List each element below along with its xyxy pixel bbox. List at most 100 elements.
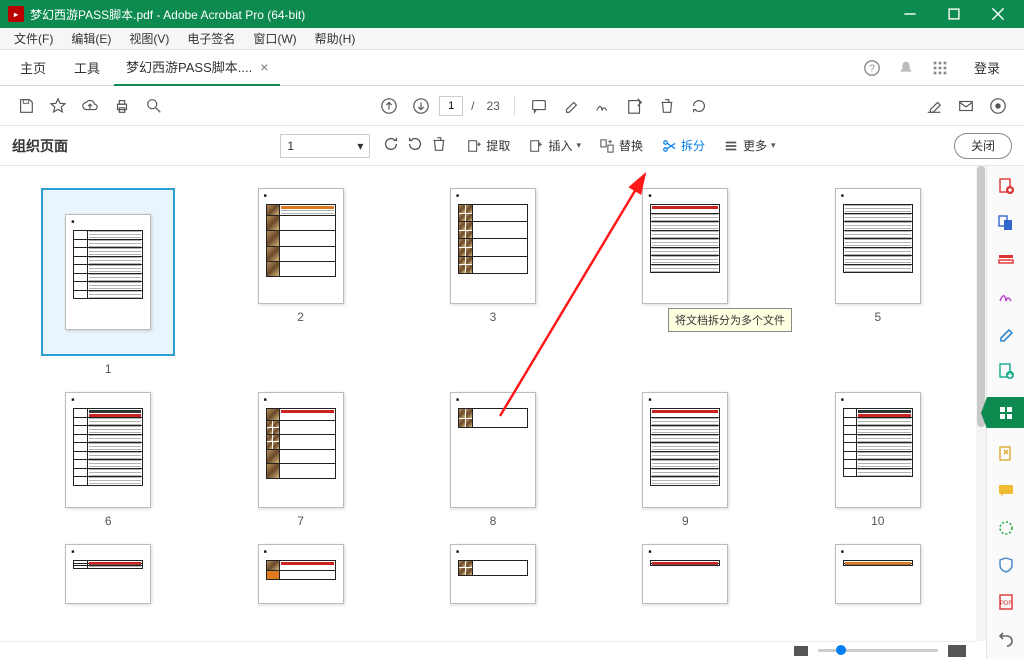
split-button[interactable]: 拆分 (655, 133, 711, 158)
page-thumbnail-7[interactable]: ■ 7 (220, 392, 380, 528)
page-thumbnail-6[interactable]: ■ 6 (28, 392, 188, 528)
trash-icon[interactable] (430, 135, 448, 156)
sidebar-combine-icon[interactable] (995, 213, 1017, 234)
thumb-number: 10 (871, 514, 884, 528)
sidebar-protect-icon[interactable] (995, 554, 1017, 575)
menu-edit[interactable]: 编辑(E) (63, 28, 119, 49)
rotate-left-icon[interactable] (382, 135, 400, 156)
star-icon[interactable] (44, 92, 72, 120)
replace-button[interactable]: 替换 (593, 133, 649, 158)
save-icon[interactable] (12, 92, 40, 120)
mail-icon[interactable] (952, 92, 980, 120)
page-thumbnail-14[interactable]: ■ (605, 544, 765, 604)
chevron-down-icon: ▾ (771, 140, 776, 151)
replace-label: 替换 (619, 137, 643, 154)
sidebar-create-pdf-icon[interactable] (995, 176, 1017, 197)
menu-file[interactable]: 文件(F) (6, 28, 61, 49)
maximize-button[interactable] (932, 0, 976, 28)
sidebar-export-icon[interactable] (995, 360, 1017, 381)
document-tab[interactable]: 梦幻西游PASS脚本.... × (114, 49, 280, 86)
chevron-down-icon: ▾ (576, 140, 581, 151)
rotate-icon[interactable] (685, 92, 713, 120)
tab-home[interactable]: 主页 (6, 50, 60, 85)
print-icon[interactable] (108, 92, 136, 120)
zoom-slider[interactable] (818, 649, 938, 652)
chevron-down-icon: ▾ (357, 139, 363, 153)
svg-text:?: ? (869, 63, 875, 74)
content-area: ■ 1 ■ 2 (0, 166, 1024, 659)
split-label: 拆分 (681, 137, 705, 154)
more-button[interactable]: 更多 ▾ (717, 133, 782, 158)
more-icon (723, 138, 739, 154)
sidebar-pdf-icon[interactable]: PDF (995, 591, 1017, 612)
page-number-input[interactable] (439, 96, 463, 116)
search-icon[interactable] (140, 92, 168, 120)
comment-icon[interactable] (525, 92, 553, 120)
page-thumbnail-13[interactable]: ■ (413, 544, 573, 604)
scissors-icon (661, 138, 677, 154)
close-window-button[interactable] (976, 0, 1020, 28)
minimize-button[interactable] (888, 0, 932, 28)
organize-toolbar: 组织页面 1 ▾ 提取 插入 ▾ 替换 拆分 更多 ▾ 关闭 (0, 126, 1024, 166)
sidebar-sign-icon[interactable] (995, 287, 1017, 308)
document-tab-label: 梦幻西游PASS脚本.... (126, 57, 252, 76)
apps-grid-icon[interactable] (930, 58, 950, 78)
page-thumbnail-9[interactable]: ■ 9 (605, 392, 765, 528)
page-thumbnail-4[interactable]: ■ 4 (605, 188, 765, 376)
zoom-large-icon[interactable] (948, 645, 966, 657)
page-thumbnail-8[interactable]: ■ 8 (413, 392, 573, 528)
sidebar-stamp-icon[interactable] (995, 518, 1017, 539)
sidebar-edit-icon[interactable] (995, 250, 1017, 271)
page-thumbnail-3[interactable]: ■ 3 (413, 188, 573, 376)
tab-tools[interactable]: 工具 (60, 50, 114, 85)
ai-assist-icon[interactable] (984, 92, 1012, 120)
document-tab-close-icon[interactable]: × (260, 59, 268, 75)
extract-button[interactable]: 提取 (460, 133, 516, 158)
thumb-number: 1 (105, 362, 112, 376)
page-select-dropdown[interactable]: 1 ▾ (280, 134, 370, 158)
sign-icon[interactable] (589, 92, 617, 120)
insert-label: 插入 (548, 137, 572, 154)
page-thumbnail-5[interactable]: ■ 5 (798, 188, 958, 376)
thumb-number: 2 (297, 310, 304, 324)
menu-view[interactable]: 视图(V) (121, 28, 177, 49)
next-page-icon[interactable] (407, 92, 435, 120)
page-thumbnail-10[interactable]: ■ 10 (798, 392, 958, 528)
page-sep: / (467, 99, 478, 113)
page-select-value: 1 (287, 139, 294, 153)
thumbnail-grid: ■ 1 ■ 2 (0, 166, 986, 612)
page-thumbnail-12[interactable]: ■ (220, 544, 380, 604)
window-controls (888, 0, 1020, 28)
page-thumbnail-1[interactable]: ■ 1 (28, 188, 188, 376)
window-titlebar: ▸ 梦幻西游PASS脚本.pdf - Adobe Acrobat Pro (64… (0, 0, 1024, 28)
menu-sign[interactable]: 电子签名 (179, 28, 243, 49)
sidebar-compress-icon[interactable] (995, 444, 1017, 465)
prev-page-icon[interactable] (375, 92, 403, 120)
sidebar-organize-icon[interactable] (987, 397, 1024, 427)
page-thumbnail-2[interactable]: ■ 2 (220, 188, 380, 376)
insert-button[interactable]: 插入 ▾ (522, 133, 587, 158)
close-panel-button[interactable]: 关闭 (954, 133, 1012, 159)
help-icon[interactable]: ? (862, 58, 882, 78)
extract-icon (466, 138, 482, 154)
zoom-small-icon[interactable] (794, 646, 808, 656)
page-thumbnail-11[interactable]: ■ (28, 544, 188, 604)
sidebar-fill-icon[interactable] (995, 324, 1017, 345)
sidebar-comment-icon[interactable] (995, 481, 1017, 502)
redact-icon[interactable] (621, 92, 649, 120)
menu-help[interactable]: 帮助(H) (307, 28, 364, 49)
menu-window[interactable]: 窗口(W) (245, 28, 304, 49)
organize-title: 组织页面 (12, 136, 108, 156)
cloud-upload-icon[interactable] (76, 92, 104, 120)
menu-bar: 文件(F) 编辑(E) 视图(V) 电子签名 窗口(W) 帮助(H) (0, 28, 1024, 50)
delete-icon[interactable] (653, 92, 681, 120)
thumb-logo: ■ (71, 219, 74, 225)
login-button[interactable]: 登录 (964, 54, 1010, 81)
erase-icon[interactable] (920, 92, 948, 120)
highlight-icon[interactable] (557, 92, 585, 120)
rotate-right-icon[interactable] (406, 135, 424, 156)
page-thumbnail-15[interactable]: ■ (798, 544, 958, 604)
bell-icon[interactable] (896, 58, 916, 78)
sidebar-more-tools-icon[interactable] (995, 628, 1017, 649)
more-label: 更多 (743, 137, 767, 154)
